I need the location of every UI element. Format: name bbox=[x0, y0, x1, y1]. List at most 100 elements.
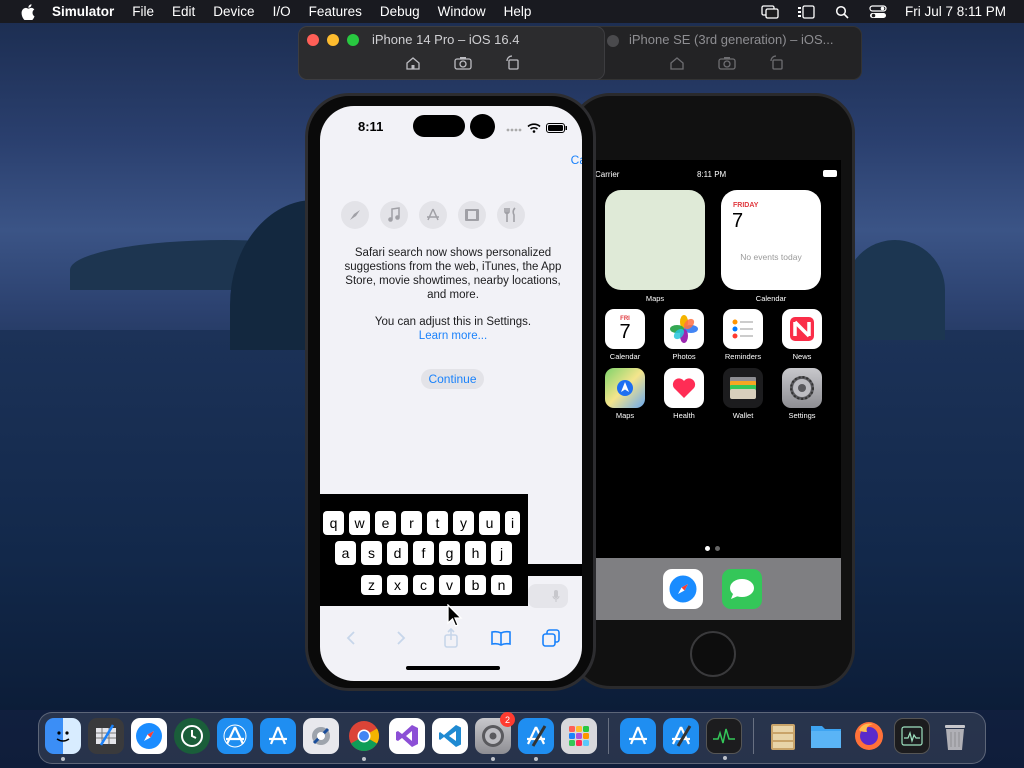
key-r[interactable]: r bbox=[401, 511, 422, 535]
key-j[interactable]: j bbox=[491, 541, 512, 565]
key-h[interactable]: h bbox=[465, 541, 486, 565]
xcode-icon[interactable] bbox=[518, 718, 554, 761]
app-maps[interactable]: Maps bbox=[605, 368, 645, 420]
vscode-icon[interactable] bbox=[432, 718, 468, 754]
key-a[interactable]: a bbox=[335, 541, 356, 565]
menu-io[interactable]: I/O bbox=[273, 4, 291, 19]
app-store-connect-icon[interactable] bbox=[217, 718, 253, 754]
reminders-icon bbox=[723, 309, 763, 349]
xcode-icon[interactable] bbox=[663, 718, 699, 754]
rotate-device-icon[interactable] bbox=[767, 55, 787, 71]
key-n[interactable]: n bbox=[491, 575, 512, 595]
screen-mirroring-icon[interactable] bbox=[761, 4, 779, 19]
finder-icon[interactable] bbox=[45, 718, 81, 761]
home-button-icon[interactable] bbox=[403, 55, 423, 71]
menu-window[interactable]: Window bbox=[438, 4, 486, 19]
apple-menu-icon[interactable] bbox=[18, 2, 38, 22]
key-f[interactable]: f bbox=[413, 541, 434, 565]
screenshot-camera-icon[interactable] bbox=[717, 55, 737, 71]
xcode-utility-icon[interactable] bbox=[303, 718, 339, 754]
app-store-icon[interactable] bbox=[260, 718, 296, 754]
archive-icon[interactable] bbox=[765, 718, 801, 754]
activity-monitor-icon[interactable] bbox=[706, 718, 742, 760]
dock-separator bbox=[753, 718, 754, 754]
menu-device[interactable]: Device bbox=[213, 4, 254, 19]
safari-icon[interactable] bbox=[131, 718, 167, 754]
xcode-instruments-icon[interactable] bbox=[88, 718, 124, 754]
calendar-widget[interactable]: FRIDAY 7 No events today bbox=[721, 190, 821, 290]
visual-studio-icon[interactable] bbox=[389, 718, 425, 754]
continue-button[interactable]: Continue bbox=[421, 369, 484, 389]
home-indicator[interactable] bbox=[406, 666, 500, 670]
key-v[interactable]: v bbox=[439, 575, 460, 595]
key-t[interactable]: t bbox=[427, 511, 448, 535]
spotlight-search-icon[interactable] bbox=[833, 5, 851, 19]
messages-icon[interactable] bbox=[722, 569, 762, 609]
folder-icon[interactable] bbox=[808, 718, 844, 754]
learn-more-link[interactable]: Learn more... bbox=[340, 329, 566, 343]
key-z[interactable]: z bbox=[361, 575, 382, 595]
app-store-icon[interactable] bbox=[620, 718, 656, 754]
menu-debug[interactable]: Debug bbox=[380, 4, 420, 19]
window-close-button[interactable] bbox=[607, 35, 619, 47]
maps-widget[interactable] bbox=[605, 190, 705, 290]
app-settings[interactable]: Settings bbox=[782, 368, 822, 420]
control-center-icon[interactable] bbox=[869, 4, 887, 19]
menu-app-name[interactable]: Simulator bbox=[52, 4, 114, 19]
key-b[interactable]: b bbox=[465, 575, 486, 595]
screenshot-camera-icon[interactable] bbox=[453, 55, 473, 71]
menu-help[interactable]: Help bbox=[504, 4, 532, 19]
key-e[interactable]: e bbox=[375, 511, 396, 535]
home-button[interactable] bbox=[690, 631, 736, 677]
page-dot bbox=[705, 546, 710, 551]
key-s[interactable]: s bbox=[361, 541, 382, 565]
key-u[interactable]: u bbox=[479, 511, 500, 535]
trash-icon[interactable] bbox=[937, 718, 973, 754]
window-zoom-button[interactable] bbox=[347, 34, 359, 46]
tabs-icon[interactable] bbox=[540, 627, 562, 649]
back-chevron-icon[interactable] bbox=[340, 627, 362, 649]
system-settings-icon[interactable]: 2 bbox=[475, 712, 515, 761]
app-reminders[interactable]: Reminders bbox=[723, 309, 763, 361]
menu-edit[interactable]: Edit bbox=[172, 4, 195, 19]
app-photos[interactable]: Photos bbox=[664, 309, 704, 361]
app-health[interactable]: Health bbox=[664, 368, 704, 420]
macos-dock: 2 bbox=[38, 712, 986, 764]
microphone-icon[interactable] bbox=[552, 590, 560, 602]
page-dot bbox=[715, 546, 720, 551]
forward-chevron-icon[interactable] bbox=[390, 627, 412, 649]
key-i[interactable]: i bbox=[505, 511, 520, 535]
console-icon[interactable] bbox=[894, 718, 930, 754]
key-q[interactable]: q bbox=[323, 511, 344, 535]
key-x[interactable]: x bbox=[387, 575, 408, 595]
simulator-window-titlebar-secondary[interactable]: iPhone SE (3rd generation) – iOS... bbox=[582, 26, 862, 80]
key-d[interactable]: d bbox=[387, 541, 408, 565]
key-c[interactable]: c bbox=[413, 575, 434, 595]
stage-manager-icon[interactable] bbox=[797, 4, 815, 19]
page-indicator[interactable] bbox=[705, 546, 720, 551]
launchpad-icon[interactable] bbox=[561, 718, 597, 754]
app-calendar[interactable]: FRI 7 Calendar bbox=[605, 309, 645, 361]
app-store-icon bbox=[419, 201, 447, 229]
key-g[interactable]: g bbox=[439, 541, 460, 565]
menu-clock[interactable]: Fri Jul 7 8:11 PM bbox=[905, 4, 1006, 19]
window-close-button[interactable] bbox=[307, 34, 319, 46]
menu-features[interactable]: Features bbox=[309, 4, 362, 19]
menu-file[interactable]: File bbox=[132, 4, 154, 19]
safari-icon[interactable] bbox=[663, 569, 703, 609]
keyboard-overlay bbox=[528, 564, 582, 576]
key-y[interactable]: y bbox=[453, 511, 474, 535]
home-button-icon[interactable] bbox=[667, 55, 687, 71]
rotate-device-icon[interactable] bbox=[503, 55, 523, 71]
key-w[interactable]: w bbox=[349, 511, 370, 535]
app-news[interactable]: News bbox=[782, 309, 822, 361]
app-wallet[interactable]: Wallet bbox=[723, 368, 763, 420]
address-bar[interactable] bbox=[528, 584, 568, 608]
cancel-button[interactable]: Ca bbox=[571, 153, 582, 167]
firefox-icon[interactable] bbox=[851, 718, 887, 754]
time-machine-icon[interactable] bbox=[174, 718, 210, 754]
window-minimize-button[interactable] bbox=[327, 34, 339, 46]
bookmarks-book-icon[interactable] bbox=[490, 627, 512, 649]
chrome-icon[interactable] bbox=[346, 718, 382, 761]
simulator-window-titlebar[interactable]: iPhone 14 Pro – iOS 16.4 bbox=[298, 26, 605, 80]
